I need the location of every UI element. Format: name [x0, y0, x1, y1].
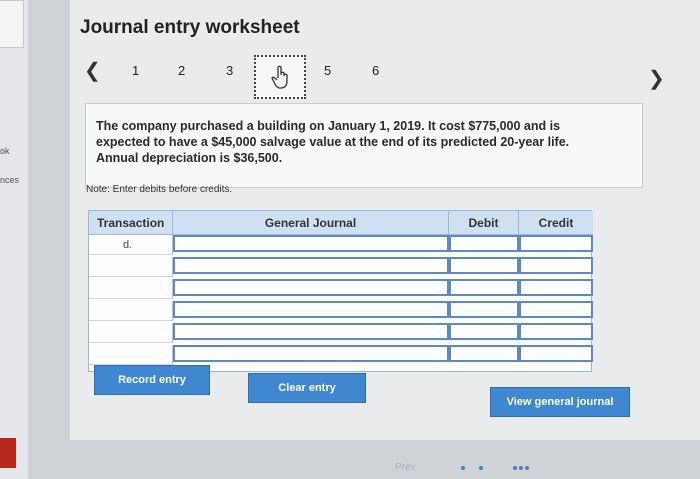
- page-2[interactable]: 2: [178, 63, 185, 78]
- dot: [513, 466, 517, 470]
- transaction-cell: d.: [89, 235, 173, 255]
- sidebar-label-2[interactable]: nces: [0, 175, 19, 185]
- transaction-cell: [89, 301, 173, 321]
- account-input[interactable]: [173, 345, 449, 362]
- transaction-cell: [89, 279, 173, 299]
- debit-input[interactable]: [449, 235, 519, 252]
- red-tab[interactable]: [0, 438, 16, 468]
- page-1[interactable]: 1: [132, 63, 139, 78]
- page-title: Journal entry worksheet: [80, 17, 300, 38]
- header-credit: Credit: [519, 211, 593, 235]
- header-general-journal: General Journal: [173, 211, 449, 235]
- dot: [525, 466, 529, 470]
- transaction-cell: [89, 257, 173, 277]
- prev-link[interactable]: Prev: [395, 462, 416, 473]
- pagination-dots: [455, 466, 535, 472]
- debit-input[interactable]: [449, 323, 519, 340]
- dot: [519, 466, 523, 470]
- clear-entry-button[interactable]: Clear entry: [248, 373, 366, 403]
- credit-input[interactable]: [519, 323, 593, 340]
- header-transaction: Transaction: [89, 211, 173, 235]
- page-4-current[interactable]: [254, 55, 306, 99]
- debit-input[interactable]: [449, 345, 519, 362]
- page-3[interactable]: 3: [226, 63, 233, 78]
- record-entry-button[interactable]: Record entry: [94, 365, 210, 395]
- dot: [461, 466, 465, 470]
- header-debit: Debit: [449, 211, 519, 235]
- account-input[interactable]: [173, 279, 449, 296]
- sidebar-box: [0, 0, 24, 48]
- sidebar-label-1[interactable]: ok: [0, 146, 10, 156]
- account-input[interactable]: [173, 323, 449, 340]
- view-general-journal-button[interactable]: View general journal: [490, 387, 630, 417]
- debit-input[interactable]: [449, 279, 519, 296]
- credit-input[interactable]: [519, 279, 593, 296]
- credit-input[interactable]: [519, 257, 593, 274]
- dot: [479, 466, 483, 470]
- chevron-right-icon[interactable]: ❯: [648, 66, 665, 91]
- credit-input[interactable]: [519, 235, 593, 252]
- debit-input[interactable]: [449, 301, 519, 318]
- page-6[interactable]: 6: [372, 63, 379, 78]
- debit-input[interactable]: [449, 257, 519, 274]
- account-input[interactable]: [173, 301, 449, 318]
- note-text: Note: Enter debits before credits.: [86, 184, 233, 195]
- transaction-cell: [89, 345, 173, 365]
- credit-input[interactable]: [519, 345, 593, 362]
- hand-pointer-icon: [271, 65, 288, 89]
- page-5[interactable]: 5: [324, 63, 331, 78]
- credit-input[interactable]: [519, 301, 593, 318]
- account-input[interactable]: [173, 235, 449, 252]
- transaction-cell: [89, 323, 173, 343]
- problem-statement: The company purchased a building on Janu…: [96, 119, 570, 165]
- chevron-left-icon[interactable]: ❮: [84, 58, 101, 83]
- account-input[interactable]: [173, 257, 449, 274]
- problem-statement-box: The company purchased a building on Janu…: [85, 103, 643, 188]
- left-sidebar-strip: ok nces: [0, 0, 28, 479]
- journal-entry-table: Transaction General Journal Debit Credit…: [88, 210, 593, 372]
